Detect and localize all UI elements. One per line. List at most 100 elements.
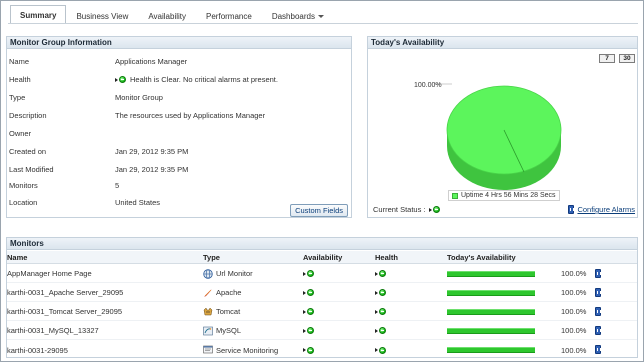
monitor-type: Url Monitor xyxy=(203,265,253,282)
table-header: Name Type Availability Health Today's Av… xyxy=(7,251,637,264)
info-value: Jan 29, 2012 9:35 PM xyxy=(115,165,189,174)
tab-availability[interactable]: Availability xyxy=(138,7,197,24)
column-header-type[interactable]: Type xyxy=(203,251,220,263)
info-row-monitors: Monitors 5 xyxy=(9,177,349,194)
info-row-last-modified: Last Modified Jan 29, 2012 9:35 PM xyxy=(9,161,349,178)
panel-title: Monitors xyxy=(7,238,637,250)
custom-fields-button[interactable]: Custom Fields xyxy=(290,204,348,217)
todays-availability-panel: Today's Availability 7 30 100.00% Uptime… xyxy=(367,36,638,218)
configure-alarms-label: Configure Alarms xyxy=(577,205,635,214)
info-key: Created on xyxy=(9,147,47,156)
panel-title: Monitor Group Information xyxy=(7,37,351,49)
availability-bar-cell xyxy=(447,284,535,301)
tab-business-view[interactable]: Business View xyxy=(66,7,139,24)
report-icon[interactable] xyxy=(595,288,601,297)
monitor-type: Tomcat xyxy=(203,303,240,320)
tab-label: Performance xyxy=(206,11,252,21)
availability-bar[interactable] xyxy=(447,308,535,315)
alarm-config-icon xyxy=(568,205,575,214)
info-value: United States xyxy=(115,198,161,207)
info-key: Type xyxy=(9,93,26,102)
info-key: Health xyxy=(9,75,31,84)
status-up-icon xyxy=(428,206,440,213)
table-row[interactable]: karthi-0031_Apache Server_29095 Apache 1… xyxy=(7,284,637,302)
monitor-type: MySQL xyxy=(203,322,241,339)
availability-percent: 100.0% xyxy=(561,326,587,335)
info-row-created-on: Created on Jan 29, 2012 9:35 PM xyxy=(9,143,349,160)
availability-percent: 100.0% xyxy=(561,288,587,297)
availability-bar-cell xyxy=(447,322,535,339)
availability-status-icon[interactable] xyxy=(303,322,314,339)
availability-percent: 100.0% xyxy=(561,307,587,316)
monitor-type-label: Apache xyxy=(216,288,242,297)
table-row[interactable]: AppManager Home Page Url Monitor 100.0% xyxy=(7,265,637,283)
monitor-name-link[interactable]: karthi-0031_Apache Server_29095 xyxy=(7,284,123,301)
table-row[interactable]: karthi-0031_Tomcat Server_29095 Tomcat 1… xyxy=(7,303,637,321)
tab-label: Business View xyxy=(76,11,129,21)
health-status-icon[interactable] xyxy=(375,322,386,339)
current-status-label: Current Status : xyxy=(373,205,426,214)
info-value: Health is Clear. No critical alarms at p… xyxy=(115,75,278,84)
availability-percent: 100.0% xyxy=(561,269,587,278)
tab-performance[interactable]: Performance xyxy=(196,7,262,24)
health-status-icon[interactable] xyxy=(375,284,386,301)
mysql-icon xyxy=(203,326,213,335)
column-header-health[interactable]: Health xyxy=(375,251,398,263)
monitor-type: Apache xyxy=(203,284,241,301)
monitor-group-info-panel: Monitor Group Information Name Applicati… xyxy=(6,36,352,218)
globe-icon xyxy=(203,268,213,279)
info-value: 5 xyxy=(115,181,120,190)
column-header-todays-availability[interactable]: Today's Availability xyxy=(447,251,516,263)
availability-status-icon[interactable] xyxy=(303,265,314,282)
report-icon[interactable] xyxy=(595,326,601,335)
availability-status-icon[interactable] xyxy=(303,341,314,359)
tab-label: Availability xyxy=(148,11,187,21)
panel-title: Today's Availability xyxy=(368,37,637,49)
monitor-name-link[interactable]: karthi-0031_Tomcat Server_29095 xyxy=(7,303,122,320)
report-icon[interactable] xyxy=(595,269,601,278)
health-status-icon[interactable] xyxy=(375,265,386,282)
monitor-type: Service Monitoring xyxy=(203,341,278,359)
availability-bar-cell xyxy=(447,265,535,282)
monitor-name-link[interactable]: karthi-0031-29095 xyxy=(7,341,68,359)
legend-swatch xyxy=(452,192,458,199)
availability-bar[interactable] xyxy=(447,270,535,277)
health-status-icon[interactable] xyxy=(375,341,386,359)
tab-label: Summary xyxy=(20,10,57,20)
report-icon[interactable] xyxy=(595,345,601,354)
info-key: Last Modified xyxy=(9,165,54,174)
table-row[interactable]: karthi-0031_MySQL_13327 MySQL 100.0% xyxy=(7,322,637,340)
health-status-icon[interactable] xyxy=(375,303,386,320)
availability-status-icon[interactable] xyxy=(303,303,314,320)
health-clear-icon xyxy=(115,76,126,83)
availability-bar[interactable] xyxy=(447,347,535,353)
current-status: Current Status : xyxy=(373,205,440,214)
info-key: Monitors xyxy=(9,181,38,190)
column-header-name[interactable]: Name xyxy=(7,251,27,263)
availability-bar[interactable] xyxy=(447,327,535,334)
info-key: Owner xyxy=(9,129,32,138)
monitor-type-label: Url Monitor xyxy=(216,269,253,278)
monitor-type-label: MySQL xyxy=(216,326,242,335)
info-row-description: Description The resources used by Applic… xyxy=(9,107,349,124)
availability-status-icon[interactable] xyxy=(303,284,314,301)
tomcat-icon xyxy=(203,307,213,315)
tab-summary[interactable]: Summary xyxy=(10,5,67,24)
monitor-name-link[interactable]: karthi-0031_MySQL_13327 xyxy=(7,322,99,339)
health-text: Health is Clear. No critical alarms at p… xyxy=(130,75,278,84)
chart-legend: Uptime 4 Hrs 56 Mins 28 Secs xyxy=(448,190,560,201)
info-key: Description xyxy=(9,111,47,120)
configure-alarms-link[interactable]: Configure Alarms xyxy=(568,205,635,214)
availability-bar-cell xyxy=(447,303,535,320)
monitor-name-link[interactable]: AppManager Home Page xyxy=(7,265,92,282)
info-key: Name xyxy=(9,57,30,66)
chevron-down-icon xyxy=(317,14,324,18)
report-icon[interactable] xyxy=(595,307,601,316)
table-row[interactable]: karthi-0031-29095 Service Monitoring 100… xyxy=(7,341,637,359)
tab-divider xyxy=(8,23,638,24)
tab-dashboards[interactable]: Dashboards xyxy=(261,7,334,24)
column-header-availability[interactable]: Availability xyxy=(303,251,342,263)
availability-percent: 100.0% xyxy=(561,345,587,355)
info-row-health: Health Health is Clear. No critical alar… xyxy=(9,71,349,88)
availability-bar[interactable] xyxy=(447,289,535,296)
